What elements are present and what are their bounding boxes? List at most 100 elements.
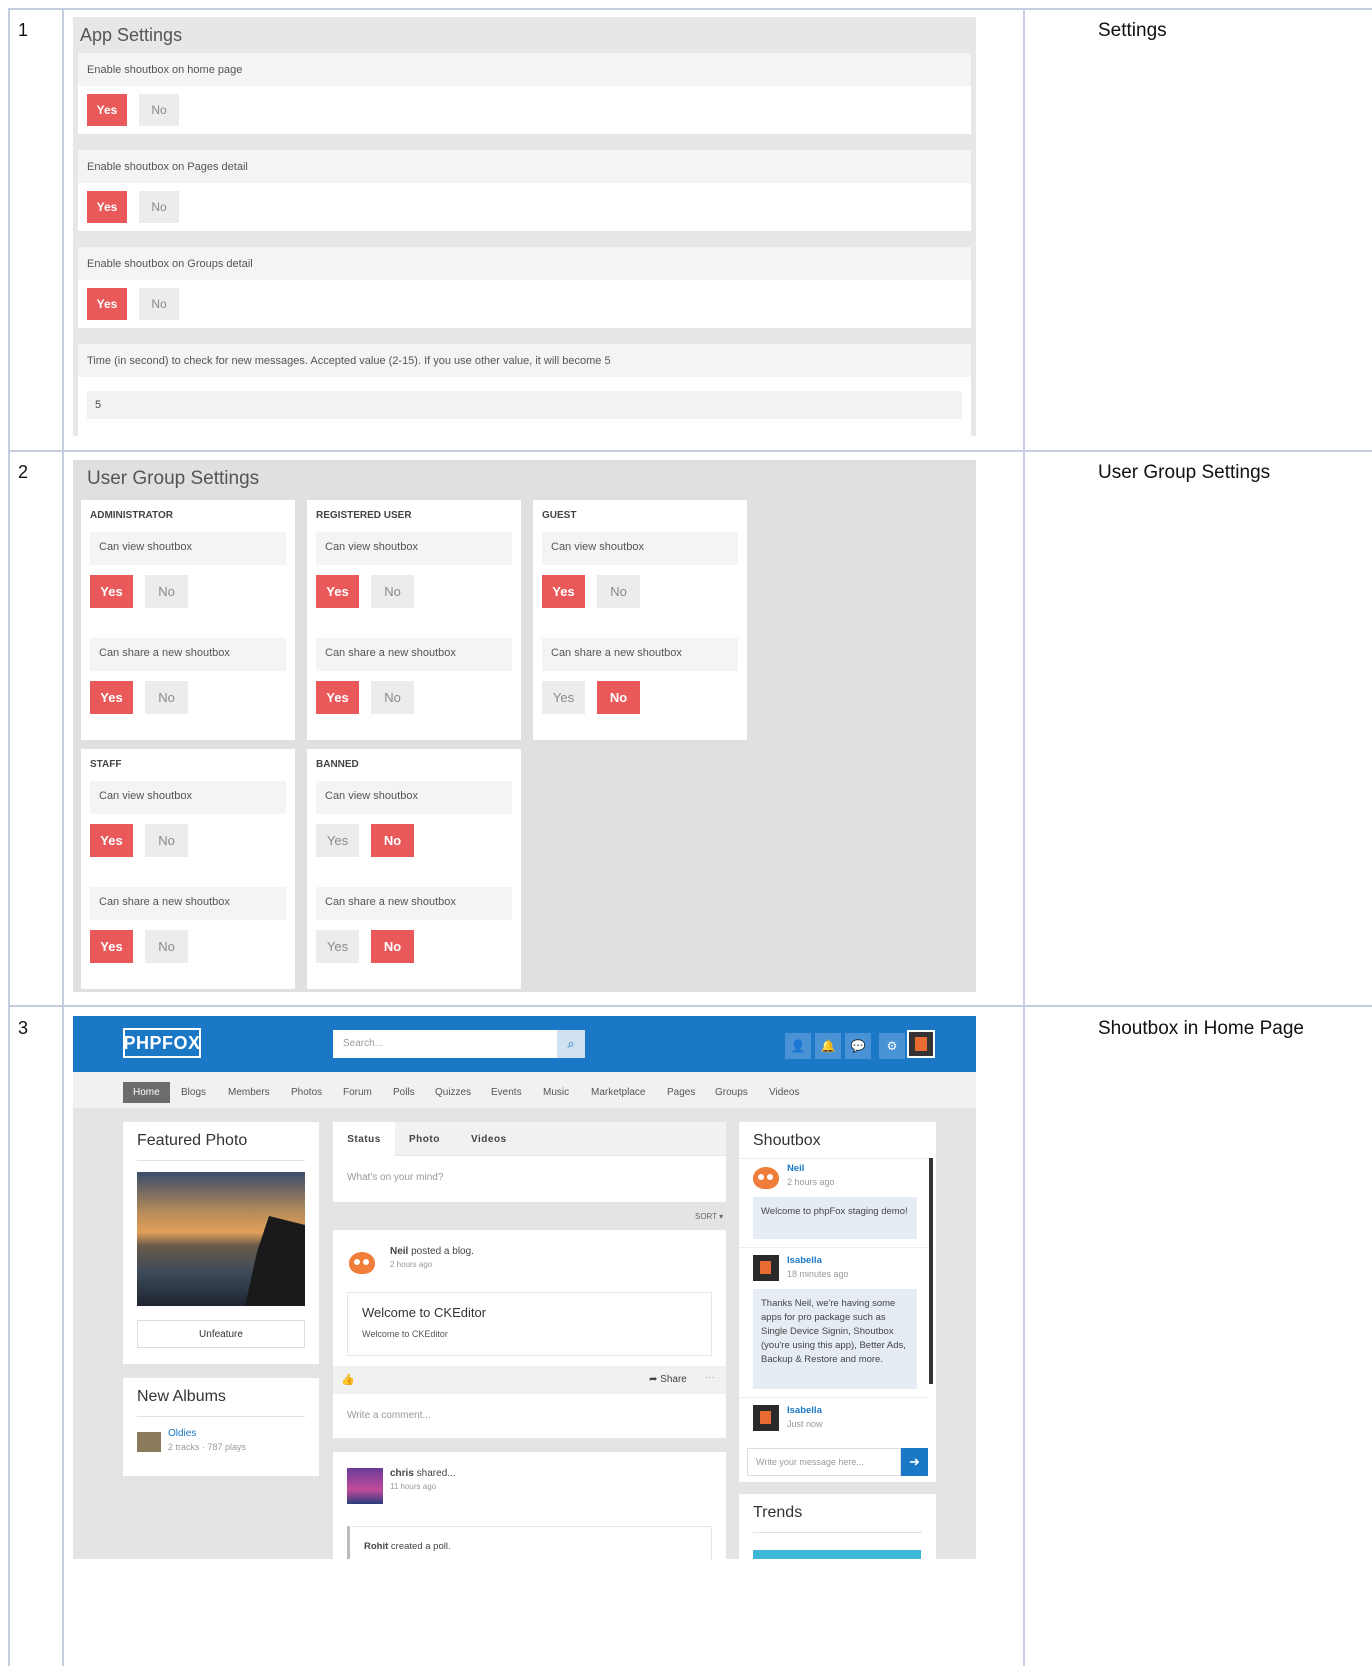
- more-options-icon[interactable]: ···: [705, 1372, 715, 1383]
- can-view-label: Can view shoutbox: [90, 781, 286, 814]
- sort-dropdown[interactable]: SORT ▾: [695, 1212, 723, 1221]
- shout-time: 2 hours ago: [787, 1177, 835, 1187]
- nav-item-videos[interactable]: Videos: [769, 1087, 799, 1098]
- nav-item-blogs[interactable]: Blogs: [181, 1087, 206, 1098]
- nav-item-marketplace[interactable]: Marketplace: [591, 1087, 645, 1098]
- setting-label: Time (in second) to check for new messag…: [78, 344, 971, 377]
- no-button[interactable]: No: [145, 575, 188, 608]
- yes-button[interactable]: Yes: [316, 930, 359, 963]
- shout-message: Welcome to phpFox staging demo!: [753, 1197, 917, 1239]
- document-table: 1 2 3 Settings User Group Settings Shout…: [0, 0, 1372, 1666]
- composer-tabs: Status Photo Videos: [333, 1122, 726, 1157]
- album-name-link[interactable]: Oldies: [168, 1428, 196, 1439]
- table-border: [8, 8, 1372, 10]
- poll-author-link[interactable]: Rohit: [364, 1541, 388, 1552]
- yes-button[interactable]: Yes: [87, 191, 127, 223]
- post-time: 11 hours ago: [390, 1482, 437, 1491]
- user-avatar[interactable]: [907, 1030, 935, 1058]
- nav-item-events[interactable]: Events: [491, 1087, 522, 1098]
- messages-icon[interactable]: 💬: [845, 1033, 871, 1059]
- album-thumbnail[interactable]: [137, 1432, 161, 1452]
- comment-input[interactable]: Write a comment...: [347, 1410, 431, 1421]
- no-button[interactable]: No: [145, 681, 188, 714]
- yes-button[interactable]: Yes: [316, 824, 359, 857]
- unfeature-button[interactable]: Unfeature: [137, 1320, 305, 1348]
- no-button[interactable]: No: [597, 575, 640, 608]
- can-share-label: Can share a new shoutbox: [316, 638, 512, 671]
- yes-button[interactable]: Yes: [90, 575, 133, 608]
- feed-post: chris shared... 11 hours ago Rohit creat…: [333, 1452, 726, 1559]
- trend-item[interactable]: [753, 1550, 921, 1559]
- no-button[interactable]: No: [139, 288, 179, 320]
- tab-photo[interactable]: Photo: [409, 1134, 440, 1145]
- no-button[interactable]: No: [371, 681, 414, 714]
- chris-avatar[interactable]: [347, 1468, 383, 1504]
- no-button[interactable]: No: [371, 930, 414, 963]
- can-view-label: Can view shoutbox: [316, 532, 512, 565]
- table-border: [1023, 8, 1025, 1666]
- setting-label: Enable shoutbox on Pages detail: [78, 150, 971, 183]
- shoutbox-messages: Neil 2 hours ago Welcome to phpFox stagi…: [739, 1158, 929, 1443]
- yes-button[interactable]: Yes: [542, 681, 585, 714]
- featured-photo-image[interactable]: [137, 1172, 305, 1306]
- nav-item-pages[interactable]: Pages: [667, 1087, 695, 1098]
- tab-status[interactable]: Status: [333, 1122, 395, 1157]
- neil-avatar[interactable]: [349, 1252, 375, 1274]
- yes-no-toggle: Yes No: [542, 565, 738, 638]
- blog-preview[interactable]: Welcome to CKEditor Welcome to CKEditor: [347, 1292, 712, 1356]
- shout-message-input[interactable]: Write your message here...: [747, 1448, 901, 1476]
- nav-item-groups[interactable]: Groups: [715, 1087, 748, 1098]
- tab-videos[interactable]: Videos: [471, 1134, 507, 1145]
- can-view-label: Can view shoutbox: [316, 781, 512, 814]
- shout-author-link[interactable]: Isabella: [787, 1405, 822, 1416]
- post-author-link[interactable]: Neil: [390, 1246, 408, 1257]
- no-button[interactable]: No: [139, 191, 179, 223]
- yes-button[interactable]: Yes: [316, 681, 359, 714]
- status-input[interactable]: What's on your mind?: [347, 1172, 443, 1183]
- nav-item-quizzes[interactable]: Quizzes: [435, 1087, 471, 1098]
- neil-avatar[interactable]: [753, 1167, 779, 1189]
- no-button[interactable]: No: [371, 575, 414, 608]
- post-author-link[interactable]: chris: [390, 1468, 414, 1479]
- search-input[interactable]: Search...: [333, 1030, 585, 1058]
- row-number: 3: [18, 1018, 29, 1038]
- settings-gear-icon[interactable]: ⚙: [879, 1033, 905, 1059]
- yes-button[interactable]: Yes: [90, 681, 133, 714]
- like-thumb-icon[interactable]: 👍: [341, 1373, 355, 1386]
- nav-item-members[interactable]: Members: [228, 1087, 270, 1098]
- nav-item-forum[interactable]: Forum: [343, 1087, 372, 1098]
- isabella-avatar[interactable]: [753, 1405, 779, 1431]
- shoutbox-scrollbar[interactable]: [929, 1158, 933, 1384]
- notification-bell-icon[interactable]: 🔔: [815, 1033, 841, 1059]
- no-button[interactable]: No: [145, 824, 188, 857]
- no-button[interactable]: No: [139, 94, 179, 126]
- phpfox-logo[interactable]: PHPFOX: [123, 1028, 201, 1058]
- share-label: Share: [660, 1374, 687, 1385]
- yes-button[interactable]: Yes: [87, 94, 127, 126]
- search-icon[interactable]: ⌕: [557, 1030, 585, 1058]
- no-button[interactable]: No: [145, 930, 188, 963]
- setting-row: Enable shoutbox on Pages detail Yes No: [78, 150, 971, 231]
- shout-author-link[interactable]: Isabella: [787, 1255, 822, 1266]
- no-button[interactable]: No: [597, 681, 640, 714]
- share-button[interactable]: ➦ Share: [649, 1374, 687, 1385]
- nav-item-photos[interactable]: Photos: [291, 1087, 322, 1098]
- send-arrow-icon[interactable]: ➜: [901, 1448, 928, 1476]
- yes-no-toggle: Yes No: [316, 671, 512, 744]
- yes-button[interactable]: Yes: [90, 930, 133, 963]
- nav-item-home[interactable]: Home: [123, 1082, 170, 1103]
- yes-button[interactable]: Yes: [316, 575, 359, 608]
- nav-item-polls[interactable]: Polls: [393, 1087, 415, 1098]
- yes-button[interactable]: Yes: [87, 288, 127, 320]
- friend-request-icon[interactable]: 👤: [785, 1033, 811, 1059]
- time-interval-input[interactable]: 5: [87, 391, 962, 419]
- row-caption: Shoutbox in Home Page: [1098, 1018, 1304, 1039]
- isabella-avatar[interactable]: [753, 1255, 779, 1281]
- shared-poll-preview[interactable]: Rohit created a poll.: [347, 1526, 712, 1559]
- shout-author-link[interactable]: Neil: [787, 1163, 804, 1174]
- yes-button[interactable]: Yes: [542, 575, 585, 608]
- nav-item-music[interactable]: Music: [543, 1087, 569, 1098]
- row-number: 2: [18, 462, 29, 482]
- yes-button[interactable]: Yes: [90, 824, 133, 857]
- no-button[interactable]: No: [371, 824, 414, 857]
